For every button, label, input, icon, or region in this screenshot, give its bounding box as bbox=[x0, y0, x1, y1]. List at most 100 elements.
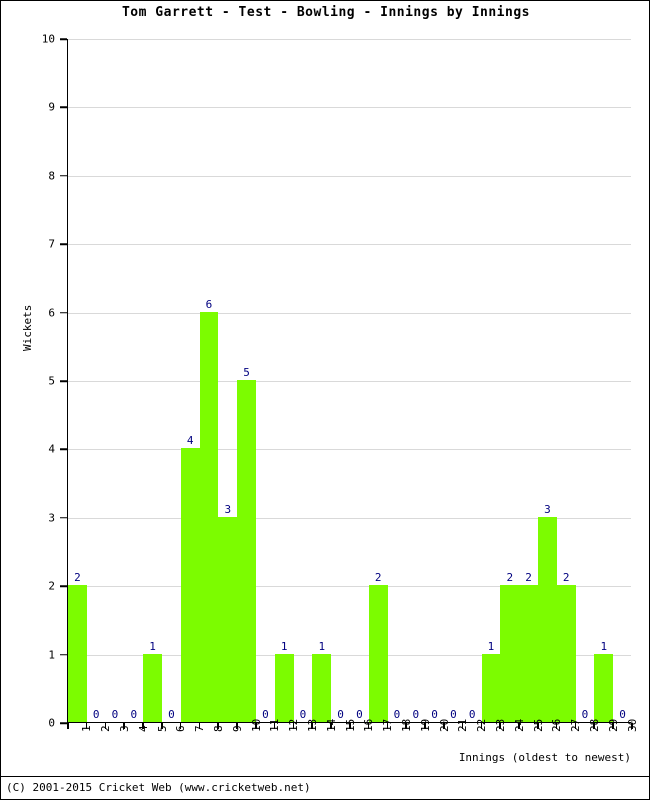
bar-slot[interactable]: 0 bbox=[425, 39, 444, 722]
bar-slot[interactable]: 0 bbox=[463, 39, 482, 722]
bar-slot[interactable]: 4 bbox=[180, 39, 200, 722]
bar[interactable] bbox=[368, 585, 388, 722]
bar-slot[interactable]: 0 bbox=[124, 39, 143, 722]
bar-value-label: 1 bbox=[280, 639, 288, 653]
bar-slot[interactable]: 0 bbox=[406, 39, 425, 722]
bar[interactable] bbox=[481, 653, 501, 722]
y-tick-label: 9 bbox=[48, 100, 55, 114]
x-tick-mark bbox=[292, 723, 295, 729]
y-tick-label: 7 bbox=[48, 237, 55, 251]
y-tick-label: 10 bbox=[41, 32, 55, 46]
bar-slot[interactable]: 0 bbox=[331, 39, 350, 722]
y-tick-mark bbox=[60, 448, 67, 451]
bar[interactable] bbox=[500, 585, 520, 722]
bar-value-label: 2 bbox=[74, 571, 81, 585]
bar-slot[interactable]: 2 bbox=[500, 39, 520, 722]
y-tick-label: 4 bbox=[48, 442, 55, 456]
bar[interactable] bbox=[312, 653, 332, 722]
bar-value-label: 6 bbox=[205, 297, 213, 311]
y-tick-mark bbox=[60, 106, 67, 109]
chart-title: Tom Garrett - Test - Bowling - Innings b… bbox=[121, 5, 530, 20]
bar[interactable] bbox=[218, 516, 238, 722]
x-tick-mark bbox=[555, 723, 558, 729]
bar-slot[interactable]: 2 bbox=[519, 39, 538, 722]
bar-slot[interactable]: 5 bbox=[237, 39, 256, 722]
bar-value-label: 2 bbox=[506, 571, 514, 585]
x-tick-mark bbox=[537, 723, 539, 729]
bar-value-label: 5 bbox=[243, 366, 250, 379]
x-tick-mark bbox=[255, 723, 257, 729]
bar[interactable] bbox=[519, 585, 538, 722]
x-tick-mark bbox=[198, 723, 201, 729]
x-tick-mark bbox=[273, 723, 276, 729]
bowling-innings-chart: Tom Garrett - Test - Bowling - Innings b… bbox=[0, 0, 650, 800]
bar-slot[interactable]: 0 bbox=[444, 39, 463, 722]
x-tick-mark bbox=[142, 723, 144, 729]
x-tick-mark bbox=[518, 723, 520, 729]
bar[interactable] bbox=[594, 653, 614, 722]
bar[interactable] bbox=[180, 448, 200, 722]
bar-value-label: 2 bbox=[374, 571, 382, 585]
x-tick-mark bbox=[85, 723, 88, 729]
bar[interactable] bbox=[68, 585, 87, 722]
bar-value-label: 0 bbox=[92, 708, 100, 721]
x-tick-mark bbox=[443, 723, 445, 729]
bar-value-label: 1 bbox=[149, 639, 156, 653]
x-tick-mark bbox=[367, 723, 370, 729]
bar-value-label: 1 bbox=[600, 639, 608, 653]
bar[interactable] bbox=[556, 585, 576, 722]
bar-value-label: 2 bbox=[562, 571, 570, 585]
x-tick-mark bbox=[461, 723, 464, 729]
bar-slot[interactable]: 0 bbox=[106, 39, 125, 722]
bar-value-label: 2 bbox=[525, 571, 532, 585]
bar[interactable] bbox=[274, 653, 294, 722]
bar-slot[interactable]: 3 bbox=[538, 39, 557, 722]
bar[interactable] bbox=[199, 311, 219, 722]
x-tick-mark bbox=[405, 723, 407, 729]
y-axis-title: Wickets bbox=[21, 304, 34, 351]
y-tick-mark bbox=[60, 38, 67, 40]
x-tick-mark bbox=[631, 723, 633, 729]
bar-slot[interactable]: 1 bbox=[143, 39, 162, 722]
y-tick-label: 2 bbox=[48, 579, 55, 593]
bar-slot[interactable]: 0 bbox=[350, 39, 369, 722]
x-axis-title: Innings (oldest to newest) bbox=[458, 751, 631, 764]
bar-slot[interactable]: 0 bbox=[87, 39, 106, 722]
bar-slot[interactable]: 3 bbox=[218, 39, 238, 722]
bar[interactable] bbox=[237, 380, 256, 722]
y-tick-mark bbox=[60, 243, 67, 245]
y-tick-mark bbox=[60, 311, 67, 314]
y-tick-label: 8 bbox=[48, 169, 55, 183]
bar-slot[interactable]: 0 bbox=[162, 39, 181, 722]
y-tick-mark bbox=[60, 653, 67, 656]
x-tick-mark bbox=[217, 723, 219, 729]
bar-slot[interactable]: 0 bbox=[256, 39, 275, 722]
bar-slot[interactable]: 0 bbox=[613, 39, 632, 722]
bar-slot[interactable]: 1 bbox=[481, 39, 501, 722]
bar-slot[interactable]: 2 bbox=[68, 39, 87, 722]
bar[interactable] bbox=[538, 516, 557, 722]
bar-slot[interactable]: 0 bbox=[576, 39, 595, 722]
bar-value-label: 1 bbox=[487, 639, 495, 653]
bar-slot[interactable]: 1 bbox=[274, 39, 294, 722]
bar-value-label: 0 bbox=[168, 708, 175, 721]
bar-slot[interactable]: 2 bbox=[556, 39, 576, 722]
y-tick-label: 0 bbox=[48, 716, 55, 730]
x-tick-mark bbox=[123, 723, 125, 729]
bar-value-label: 4 bbox=[186, 434, 194, 448]
bar-slot[interactable]: 1 bbox=[594, 39, 614, 722]
footer-copyright: (C) 2001-2015 Cricket Web (www.cricketwe… bbox=[6, 781, 311, 794]
y-tick-label: 6 bbox=[48, 306, 55, 320]
bar[interactable] bbox=[143, 653, 162, 722]
bar-slot[interactable]: 0 bbox=[294, 39, 313, 722]
bar-slot[interactable]: 6 bbox=[199, 39, 219, 722]
bar-slot[interactable]: 2 bbox=[368, 39, 388, 722]
x-tick-mark bbox=[311, 723, 313, 729]
footer-divider bbox=[1, 776, 649, 777]
x-tick-mark bbox=[574, 723, 577, 729]
bar-slot[interactable]: 1 bbox=[312, 39, 332, 722]
y-tick-label: 3 bbox=[48, 511, 55, 525]
plot-area: 200010463501010020000012232010 bbox=[67, 39, 631, 723]
y-tick-mark bbox=[60, 175, 67, 177]
bar-slot[interactable]: 0 bbox=[388, 39, 407, 722]
